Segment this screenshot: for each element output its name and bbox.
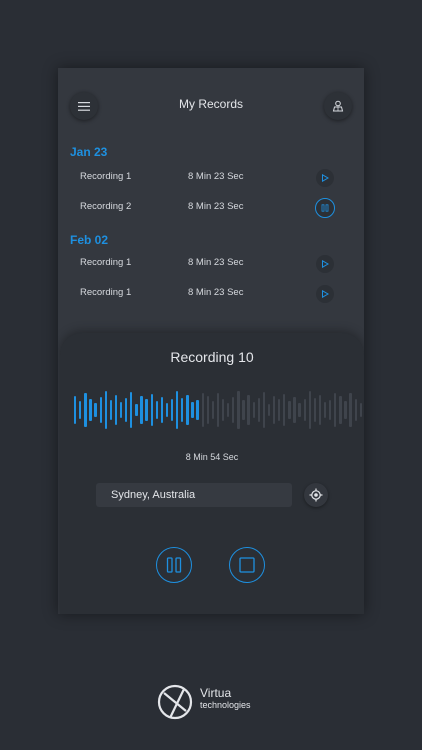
waveform-bar — [339, 396, 342, 424]
waveform-bar — [74, 396, 77, 424]
recorder-panel: Recording 10 8 Min 54 Sec Sydney, Austra… — [60, 333, 364, 614]
waveform-bar — [344, 401, 347, 419]
stop-icon — [239, 557, 255, 573]
waveform-bar — [308, 391, 311, 429]
brand-name: Virtua — [200, 686, 232, 700]
waveform-bar — [247, 395, 250, 425]
waveform-bar — [99, 397, 102, 423]
waveform-bar — [165, 403, 169, 417]
gps-target-icon — [309, 488, 323, 502]
recording-name: Recording 1 — [80, 257, 132, 268]
pause-button[interactable] — [315, 198, 335, 218]
waveform-bar — [329, 400, 332, 420]
waveform-bar — [354, 399, 357, 421]
stop-recording-button[interactable] — [229, 547, 265, 583]
date-heading: Jan 23 — [70, 145, 108, 159]
waveform-bar — [170, 399, 174, 421]
waveform-bar — [323, 402, 327, 418]
profile-button[interactable] — [324, 92, 352, 120]
waveform-bar — [181, 398, 184, 422]
waveform-bar — [298, 403, 301, 417]
waveform-bar — [186, 395, 189, 425]
waveform-bar — [272, 396, 276, 424]
play-icon — [322, 260, 329, 268]
waveform-bar — [130, 392, 133, 428]
waveform-bar — [109, 400, 113, 420]
user-profile-icon — [332, 100, 344, 112]
waveform-bar — [94, 403, 97, 417]
waveform-bar — [176, 391, 179, 429]
brand-tagline: technologies — [200, 700, 251, 710]
list-item[interactable]: Recording 1 8 Min 23 Sec — [58, 253, 364, 275]
waveform-bar — [140, 396, 143, 424]
waveform-bar — [160, 397, 164, 423]
list-item[interactable]: Recording 1 8 Min 23 Sec — [58, 167, 364, 189]
waveform-bar — [84, 393, 87, 427]
play-icon — [322, 174, 329, 182]
waveform-bar — [267, 404, 271, 416]
waveform-bar — [288, 401, 291, 419]
waveform-bar — [283, 394, 286, 426]
recording-title: Recording 10 — [170, 349, 254, 365]
records-screen: My Records Jan 23 Recording 1 8 Min 23 S… — [58, 68, 364, 614]
locate-button[interactable] — [304, 483, 328, 507]
virtua-logo-icon — [157, 684, 193, 720]
waveform-bar — [237, 391, 240, 429]
waveform-bar — [262, 392, 266, 428]
play-icon — [322, 290, 329, 298]
play-button[interactable] — [316, 169, 334, 187]
waveform-bar — [242, 400, 245, 420]
waveform-bar — [201, 393, 204, 427]
pause-icon — [166, 557, 182, 573]
play-button[interactable] — [316, 285, 334, 303]
waveform-bar — [349, 393, 352, 427]
waveform-bar — [135, 404, 138, 416]
recording-duration: 8 Min 23 Sec — [188, 257, 244, 268]
waveform-bar — [206, 396, 209, 424]
brand-logo: Virtua technologies — [156, 683, 276, 723]
waveform-bar — [257, 398, 260, 422]
waveform-bar — [227, 403, 230, 417]
elapsed-time: 8 Min 54 Sec — [185, 452, 239, 462]
waveform-bar — [303, 399, 306, 421]
recording-name: Recording 1 — [80, 171, 132, 182]
waveform-bar — [104, 391, 107, 429]
recording-duration: 8 Min 23 Sec — [188, 201, 244, 212]
list-item[interactable]: Recording 2 8 Min 23 Sec — [58, 197, 364, 219]
waveform-bar — [216, 393, 220, 427]
waveform-bar — [252, 402, 255, 418]
play-button[interactable] — [316, 255, 334, 273]
recording-duration: 8 Min 23 Sec — [188, 287, 244, 298]
date-heading: Feb 02 — [70, 233, 109, 247]
list-item[interactable]: Recording 1 8 Min 23 Sec — [58, 283, 364, 305]
waveform-bar — [334, 393, 337, 427]
waveform — [74, 390, 364, 430]
waveform-bar — [79, 401, 82, 419]
waveform-bar — [196, 400, 199, 420]
location-field[interactable]: Sydney, Australia — [96, 483, 292, 507]
waveform-bar — [150, 394, 153, 426]
recording-duration: 8 Min 23 Sec — [188, 171, 244, 182]
waveform-bar — [191, 402, 194, 418]
waveform-bar — [145, 399, 148, 421]
waveform-bar — [155, 401, 158, 419]
waveform-bar — [211, 401, 215, 419]
page-title: My Records — [178, 97, 243, 111]
waveform-bar — [119, 402, 123, 418]
waveform-bar — [114, 395, 118, 425]
recording-name: Recording 1 — [80, 287, 132, 298]
pause-recording-button[interactable] — [156, 547, 192, 583]
waveform-bar — [293, 397, 296, 423]
waveform-bar — [318, 395, 322, 425]
waveform-bar — [221, 399, 225, 421]
waveform-bar — [89, 399, 92, 421]
waveform-bar — [232, 397, 235, 423]
waveform-bar — [278, 399, 281, 421]
pause-icon — [321, 204, 329, 212]
waveform-bar — [125, 398, 128, 422]
waveform-bar — [313, 398, 317, 422]
waveform-bar — [359, 403, 362, 417]
recording-name: Recording 2 — [80, 201, 132, 212]
